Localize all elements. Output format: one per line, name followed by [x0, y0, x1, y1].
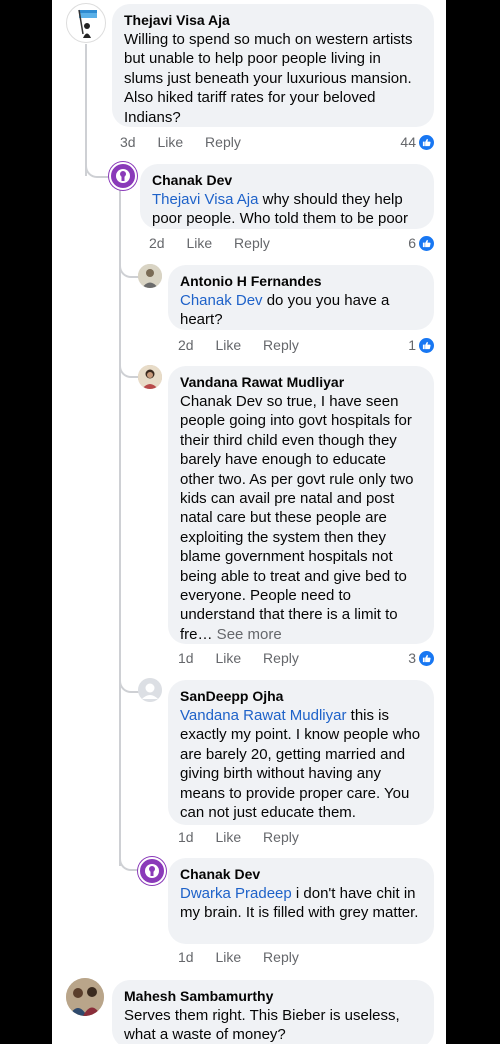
comment-time[interactable]: 2d [149, 235, 165, 251]
thread-line [119, 190, 121, 866]
like-reaction-icon [419, 337, 434, 353]
like-reaction-icon [419, 650, 434, 666]
like-button[interactable]: Like [186, 235, 212, 251]
like-button[interactable]: Like [215, 650, 241, 666]
reply-button[interactable]: Reply [263, 949, 299, 965]
comment-author[interactable]: Vandana Rawat Mudliyar [180, 373, 422, 392]
reaction-number: 3 [408, 650, 416, 666]
comment-author[interactable]: Chanak Dev [152, 171, 422, 190]
flag-avatar-icon [78, 9, 97, 38]
profile-avatar-icon [145, 864, 159, 878]
comment-actions: 2d Like Reply [149, 233, 288, 253]
avatar[interactable] [66, 978, 104, 1016]
comments-panel: Thejavi Visa Aja Willing to spend so muc… [52, 0, 446, 1044]
reaction-count[interactable]: 6 [408, 233, 434, 253]
reply-button[interactable]: Reply [234, 235, 270, 251]
avatar[interactable] [66, 3, 106, 43]
comment-body: this is exactly my point. I know people … [180, 707, 421, 822]
comment-time[interactable]: 1d [178, 829, 194, 845]
comment-bubble: Antonio H Fernandes Chanak Dev do you yo… [168, 265, 434, 330]
comment-text: Thejavi Visa Aja why should they help po… [152, 190, 422, 229]
thread-connector [85, 162, 109, 178]
comment-author[interactable]: Mahesh Sambamurthy [124, 987, 422, 1006]
comment-text: Chanak Dev so true, I have seen people g… [180, 392, 422, 644]
group-photo-icon [66, 978, 104, 1016]
comment-author[interactable]: Chanak Dev [180, 865, 422, 884]
avatar[interactable] [138, 678, 162, 702]
comment-text: Serves them right. This Bieber is useles… [124, 1007, 400, 1044]
comment-bubble: Chanak Dev Thejavi Visa Aja why should t… [140, 164, 434, 229]
comment-time[interactable]: 2d [178, 337, 194, 353]
comment-actions: 1d Like Reply [178, 648, 317, 668]
profile-avatar-icon [116, 169, 130, 183]
comment-bubble: Mahesh Sambamurthy Serves them right. Th… [112, 980, 434, 1044]
profile-photo-icon [138, 264, 162, 288]
mention-link[interactable]: Thejavi Visa Aja [152, 191, 258, 208]
see-more-link[interactable]: See more [213, 626, 282, 643]
comment-time[interactable]: 1d [178, 949, 194, 965]
comment-actions: 1d Like Reply [178, 947, 317, 967]
reply-button[interactable]: Reply [263, 829, 299, 845]
like-reaction-icon [419, 235, 434, 251]
comment-actions: 2d Like Reply [178, 335, 317, 355]
like-button[interactable]: Like [157, 134, 183, 150]
avatar[interactable] [138, 857, 166, 885]
comment-time[interactable]: 1d [178, 650, 194, 666]
comment-author[interactable]: Antonio H Fernandes [180, 272, 422, 291]
thread-line [85, 44, 87, 176]
comment-text: Chanak Dev do you you have a heart? [180, 291, 422, 330]
reply-button[interactable]: Reply [205, 134, 241, 150]
like-button[interactable]: Like [215, 337, 241, 353]
comment-text: Vandana Rawat Mudliyar this is exactly m… [180, 706, 422, 822]
avatar[interactable] [109, 162, 137, 190]
mention-link[interactable]: Dwarka Pradeep [180, 885, 292, 902]
comment-bubble: SanDeepp Ojha Vandana Rawat Mudliyar thi… [168, 680, 434, 825]
mention-link[interactable]: Chanak Dev [180, 292, 263, 309]
like-button[interactable]: Like [215, 949, 241, 965]
like-button[interactable]: Like [215, 829, 241, 845]
reaction-count[interactable]: 1 [408, 335, 434, 355]
avatar[interactable] [138, 365, 162, 389]
comment-text: Willing to spend so much on western arti… [124, 31, 413, 126]
mention-link[interactable]: Vandana Rawat Mudliyar [180, 707, 346, 724]
reply-button[interactable]: Reply [263, 650, 299, 666]
reply-button[interactable]: Reply [263, 337, 299, 353]
comment-actions: 1d Like Reply [178, 827, 317, 847]
reaction-count[interactable]: 3 [408, 648, 434, 668]
reaction-number: 6 [408, 235, 416, 251]
reaction-number: 44 [400, 134, 416, 150]
comment-bubble: Chanak Dev Dwarka Pradeep i don't have c… [168, 858, 434, 944]
comment-author[interactable]: SanDeepp Ojha [180, 687, 422, 706]
default-user-icon [138, 678, 162, 702]
comment-time[interactable]: 3d [120, 134, 136, 150]
comment-text: Dwarka Pradeep i don't have chit in my b… [180, 884, 422, 923]
avatar[interactable] [138, 264, 162, 288]
like-reaction-icon [419, 134, 434, 150]
comment-bubble: Thejavi Visa Aja Willing to spend so muc… [112, 4, 434, 127]
reaction-count[interactable]: 44 [400, 132, 434, 152]
comment-bubble: Vandana Rawat Mudliyar Chanak Dev so tru… [168, 366, 434, 644]
reaction-number: 1 [408, 337, 416, 353]
comment-author[interactable]: Thejavi Visa Aja [124, 11, 422, 30]
profile-photo-icon [138, 365, 162, 389]
comment-actions: 3d Like Reply [120, 132, 259, 152]
comment-body: Chanak Dev so true, I have seen people g… [180, 393, 414, 643]
